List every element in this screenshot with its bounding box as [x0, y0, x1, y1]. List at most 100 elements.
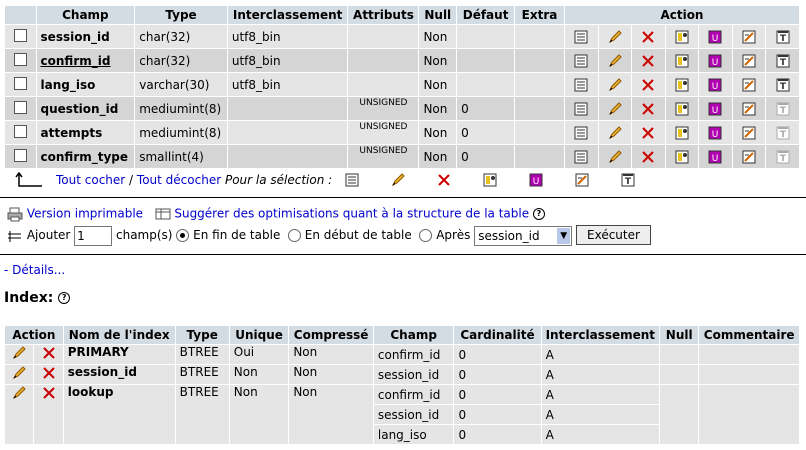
fulltext-icon[interactable]: T — [775, 77, 791, 93]
index-icon[interactable] — [741, 101, 757, 117]
index-selected-icon[interactable] — [574, 172, 590, 188]
header-type[interactable]: Type — [135, 6, 227, 24]
fulltext-icon[interactable]: T — [775, 53, 791, 69]
at-beginning-radio[interactable] — [287, 229, 301, 242]
browse-icon[interactable] — [573, 101, 589, 117]
primary-key-icon[interactable] — [674, 53, 690, 69]
execute-button[interactable]: Exécuter — [576, 225, 651, 245]
unique-icon[interactable]: U — [707, 101, 723, 117]
drop-icon[interactable] — [41, 345, 57, 361]
field-attributes — [348, 25, 419, 48]
index-icon[interactable] — [741, 149, 757, 165]
drop-icon[interactable] — [41, 385, 57, 401]
after-radio[interactable] — [419, 229, 433, 242]
index-icon[interactable] — [741, 77, 757, 93]
edit-pencil-icon[interactable] — [11, 385, 27, 401]
header-checkbox-col — [5, 6, 36, 24]
index-icon[interactable] — [741, 29, 757, 45]
svg-text:U: U — [712, 58, 719, 68]
uncheck-all-link[interactable]: Tout décocher — [137, 173, 221, 187]
header-collation[interactable]: Interclassement — [227, 6, 348, 24]
edit-pencil-icon[interactable] — [607, 29, 623, 45]
drop-icon[interactable] — [640, 53, 656, 69]
unique-icon[interactable]: U — [707, 149, 723, 165]
edit-pencil-icon[interactable] — [11, 365, 27, 381]
fulltext-icon[interactable]: T — [775, 125, 791, 141]
help-icon[interactable]: ? — [58, 292, 71, 304]
header-extra[interactable]: Extra — [515, 6, 564, 24]
field-null: Non — [419, 97, 457, 120]
after-field-select[interactable]: session_id ▼ — [474, 225, 573, 246]
primary-selected-icon[interactable] — [482, 172, 498, 188]
print-view-link[interactable]: Version imprimable — [27, 207, 143, 221]
browse-icon[interactable] — [573, 149, 589, 165]
row-checkbox[interactable] — [13, 76, 27, 90]
header-attributes[interactable]: Attributs — [348, 6, 419, 24]
row-checkbox[interactable] — [13, 124, 27, 138]
drop-icon[interactable] — [640, 29, 656, 45]
index-type: BTREE — [175, 345, 229, 364]
fulltext-icon[interactable]: T — [775, 149, 791, 165]
action-cell — [564, 97, 598, 120]
chevron-down-icon[interactable]: ▼ — [557, 227, 571, 244]
unique-icon[interactable]: U — [707, 77, 723, 93]
drop-icon[interactable] — [640, 101, 656, 117]
at-end-radio[interactable] — [176, 229, 190, 242]
action-cell: U — [699, 25, 732, 48]
index-cardinality: 0 — [454, 365, 541, 384]
drop-icon[interactable] — [640, 77, 656, 93]
edit-pencil-icon[interactable] — [607, 149, 623, 165]
edit-selected-icon[interactable] — [390, 172, 406, 188]
row-checkbox[interactable] — [13, 52, 27, 66]
details-link[interactable]: - Détails... — [4, 263, 65, 277]
edit-pencil-icon[interactable] — [11, 345, 27, 361]
unique-icon[interactable]: U — [707, 125, 723, 141]
at-beginning-label: En début de table — [304, 228, 412, 242]
edit-pencil-icon[interactable] — [607, 125, 623, 141]
row-checkbox[interactable] — [13, 148, 27, 162]
header-null[interactable]: Null — [419, 6, 457, 24]
primary-key-icon[interactable] — [674, 29, 690, 45]
field-collation — [227, 121, 348, 144]
primary-key-icon[interactable] — [674, 125, 690, 141]
browse-selected-icon[interactable] — [344, 172, 360, 188]
svg-text:U: U — [712, 130, 719, 140]
index-icon[interactable] — [741, 125, 757, 141]
edit-pencil-icon[interactable] — [607, 53, 623, 69]
unique-icon[interactable]: U — [707, 29, 723, 45]
check-all-link[interactable]: Tout cocher — [56, 173, 125, 187]
drop-icon[interactable] — [640, 125, 656, 141]
edit-pencil-icon[interactable] — [607, 77, 623, 93]
unique-selected-icon[interactable]: U — [528, 172, 544, 188]
browse-icon[interactable] — [573, 29, 589, 45]
drop-icon[interactable] — [640, 149, 656, 165]
field-collation — [227, 145, 348, 168]
drop-icon[interactable] — [41, 365, 57, 381]
row-checkbox-cell — [5, 49, 36, 72]
add-field-row: Ajouter 1 champ(s) En fin de table En dé… — [7, 225, 651, 246]
primary-key-icon[interactable] — [674, 101, 690, 117]
action-cell — [564, 145, 598, 168]
browse-icon[interactable] — [573, 77, 589, 93]
row-checkbox[interactable] — [13, 100, 27, 114]
unique-icon[interactable]: U — [707, 53, 723, 69]
row-checkbox[interactable] — [13, 28, 27, 42]
help-icon[interactable]: ? — [532, 208, 545, 220]
primary-key-icon[interactable] — [674, 77, 690, 93]
action-cell — [732, 25, 766, 48]
propose-structure-link[interactable]: Suggérer des optimisations quant à la st… — [174, 207, 529, 221]
edit-pencil-icon[interactable] — [607, 101, 623, 117]
field-name: lang_iso — [36, 73, 135, 96]
browse-icon[interactable] — [573, 125, 589, 141]
header-champ[interactable]: Champ — [36, 6, 135, 24]
field-count-input[interactable]: 1 — [74, 225, 113, 246]
header-default[interactable]: Défaut — [457, 6, 515, 24]
svg-text:T: T — [780, 130, 787, 140]
fulltext-icon[interactable]: T — [775, 29, 791, 45]
index-icon[interactable] — [741, 53, 757, 69]
primary-key-icon[interactable] — [674, 149, 690, 165]
fulltext-selected-icon[interactable]: T — [620, 172, 636, 188]
fulltext-icon[interactable]: T — [775, 101, 791, 117]
browse-icon[interactable] — [573, 53, 589, 69]
drop-selected-icon[interactable] — [436, 172, 452, 188]
